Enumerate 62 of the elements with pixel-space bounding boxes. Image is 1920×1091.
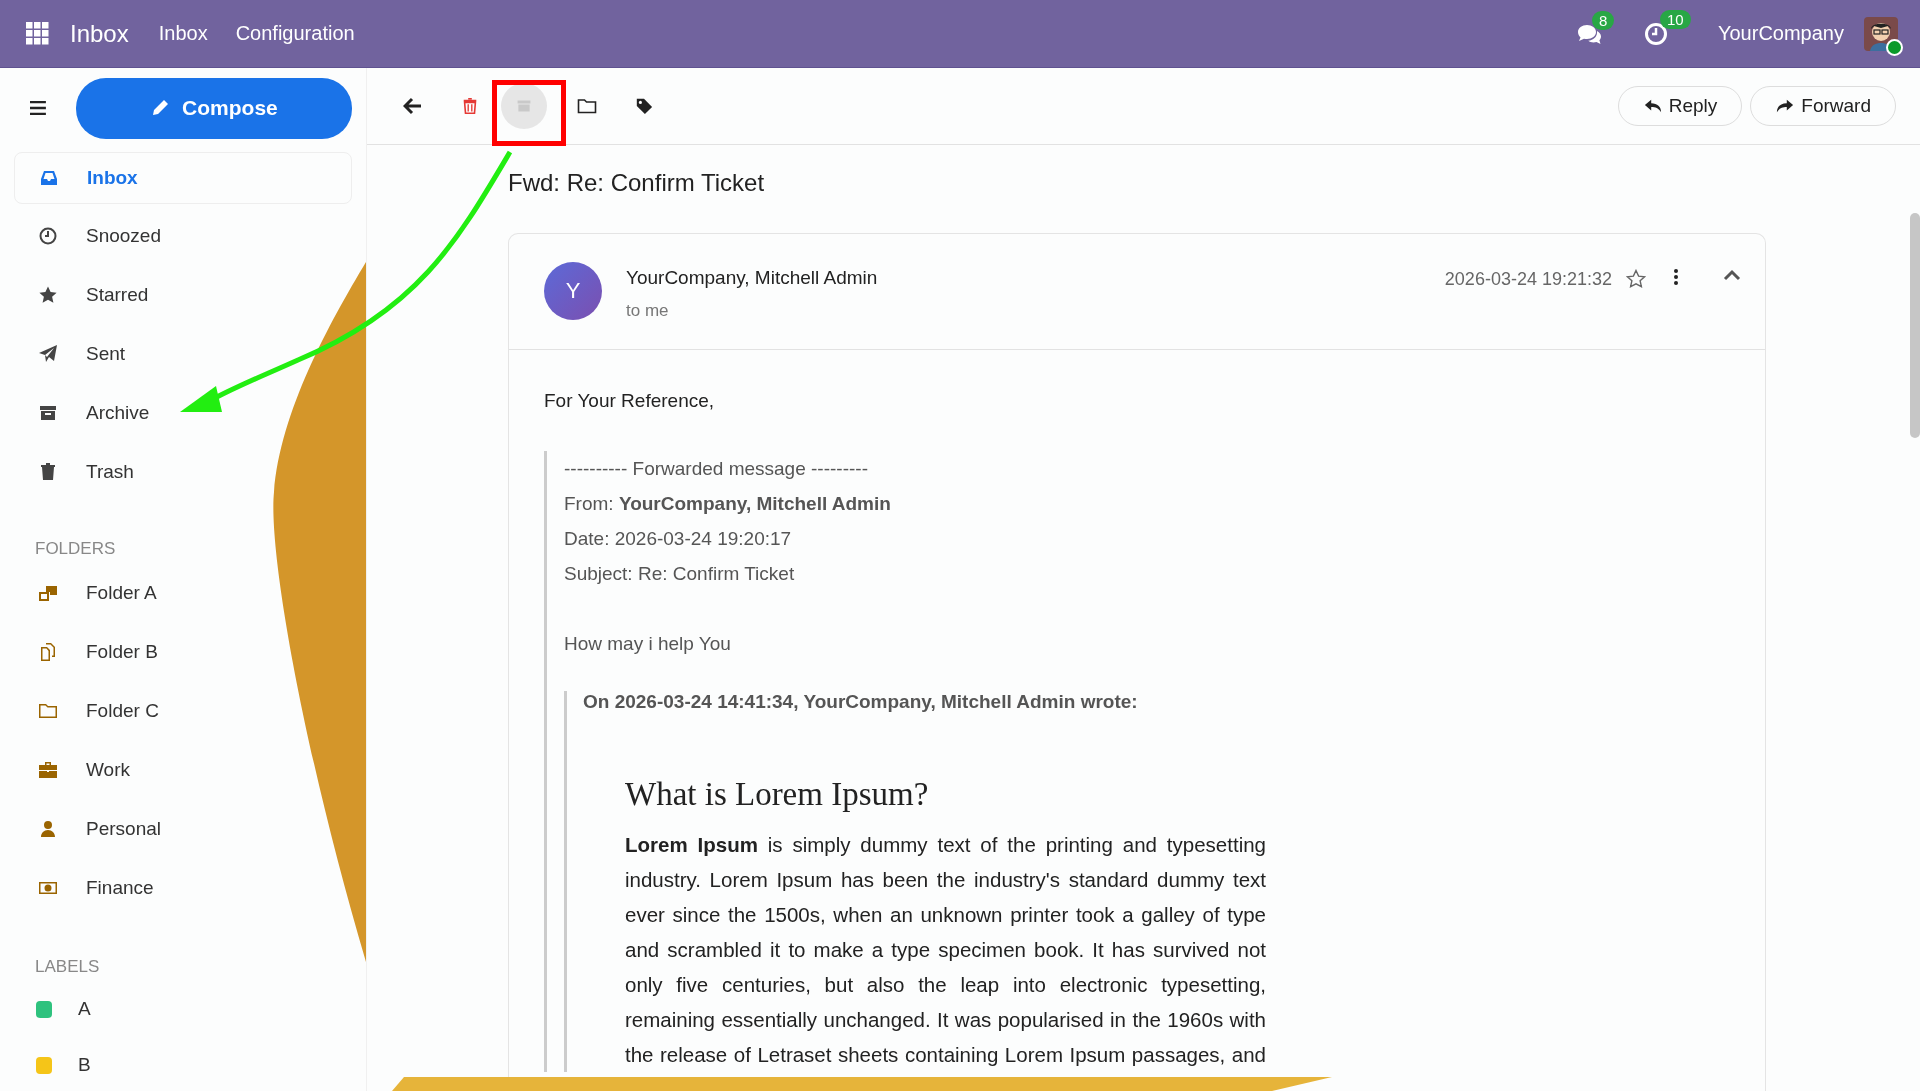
greeting-text: For Your Reference, xyxy=(544,390,716,412)
sender-avatar: Y xyxy=(544,262,602,320)
folder-item[interactable]: Finance xyxy=(14,858,162,917)
menu-icon[interactable] xyxy=(30,101,46,115)
more-options-icon[interactable] xyxy=(1674,269,1678,285)
label-item[interactable]: A xyxy=(14,981,99,1037)
back-arrow-icon[interactable] xyxy=(403,96,423,116)
company-name[interactable]: YourCompany xyxy=(1718,22,1844,45)
trash-icon[interactable] xyxy=(461,97,479,115)
message-count-badge: 8 xyxy=(1592,10,1615,30)
paper-plane-icon xyxy=(38,343,58,364)
forward-button[interactable]: Forward xyxy=(1750,86,1896,126)
star-icon[interactable] xyxy=(1626,269,1646,289)
section-heading: FOLDERS xyxy=(34,538,117,560)
top-menu-item[interactable]: Configuration xyxy=(235,22,355,45)
user-avatar-icon[interactable] xyxy=(1864,16,1898,51)
folder-item[interactable]: Folder B xyxy=(14,622,166,681)
reply-arrow-icon xyxy=(1642,97,1663,115)
folder-item[interactable]: Personal xyxy=(14,799,169,858)
forwarded-header-line: Subject: Re: Confirm Ticket xyxy=(564,562,796,586)
forwarded-header-line: From: YourCompany, Mitchell Admin xyxy=(564,492,892,516)
sidebar-item[interactable]: Sent xyxy=(14,324,134,383)
forwarded-header-line: ---------- Forwarded message --------- xyxy=(564,457,869,481)
clock-icon xyxy=(38,225,58,246)
apps-menu-icon[interactable] xyxy=(26,21,50,46)
top-menu-item[interactable]: Inbox xyxy=(158,22,208,45)
folder-item[interactable]: Folder A xyxy=(14,563,165,622)
sidebar-item[interactable]: Archive xyxy=(14,383,158,442)
person-icon xyxy=(38,818,58,839)
reply-button[interactable]: Reply xyxy=(1617,86,1743,126)
sidebar-item[interactable]: Trash xyxy=(14,442,142,501)
activity-count-badge: 10 xyxy=(1660,9,1691,29)
email-subject: Fwd: Re: Confirm Ticket xyxy=(508,169,766,197)
archive-box-icon xyxy=(516,98,532,114)
scrollbar-thumb[interactable] xyxy=(1910,213,1920,438)
message-date: 2026-03-24 19:21:32 xyxy=(1444,269,1612,290)
inbox-tray-icon xyxy=(39,168,59,188)
trash-icon xyxy=(38,461,58,482)
folder-icon[interactable] xyxy=(577,96,597,116)
quoted-heading: What is Lorem Ipsum? xyxy=(625,776,930,813)
documents-icon xyxy=(38,641,58,662)
sender-name: YourCompany, Mitchell Admin xyxy=(626,267,879,289)
clock-icon[interactable] xyxy=(1644,21,1668,46)
sidebar-item[interactable]: Inbox xyxy=(14,152,352,204)
folder-item[interactable]: Work xyxy=(14,740,138,799)
sidebar-item[interactable]: Snoozed xyxy=(14,206,169,265)
sidebar-item[interactable]: Starred xyxy=(14,265,157,324)
recipient-text: to me xyxy=(626,301,670,321)
section-heading: LABELS xyxy=(34,956,101,978)
reply-text: How may i help You xyxy=(564,632,732,656)
quote-header: On 2026-03-24 14:41:34, YourCompany, Mitchell Admin wrote: xyxy=(583,691,1139,713)
briefcase-icon xyxy=(38,759,58,780)
archive-button[interactable] xyxy=(501,83,547,129)
tag-icon[interactable] xyxy=(635,97,653,115)
collapse-chevron-icon[interactable] xyxy=(1723,269,1741,281)
label-item[interactable]: B xyxy=(14,1037,99,1091)
quoted-paragraph: Lorem Ipsum is simply dummy text of the printing and typesetting industry. Lorem Ipsum has been the industry's standard dummy text ever since the 1500s, when an unknown printer took a galley of type and scrambled it to make a type specimen book. It has survived not only five centuries, but also the leap into electronic typesetting, remaining essentially unchanged. It was popularised in the 1960s with the release of Letraset sheets containing Lorem Ipsum passages, and xyxy=(625,832,1266,1068)
compose-button[interactable]: Compose xyxy=(75,77,352,139)
forwarded-header-line: Date: 2026-03-24 19:20:17 xyxy=(564,527,793,551)
app-name[interactable]: Inbox xyxy=(70,19,129,48)
folder-item[interactable]: Folder C xyxy=(14,681,167,740)
pencil-icon xyxy=(150,98,171,118)
